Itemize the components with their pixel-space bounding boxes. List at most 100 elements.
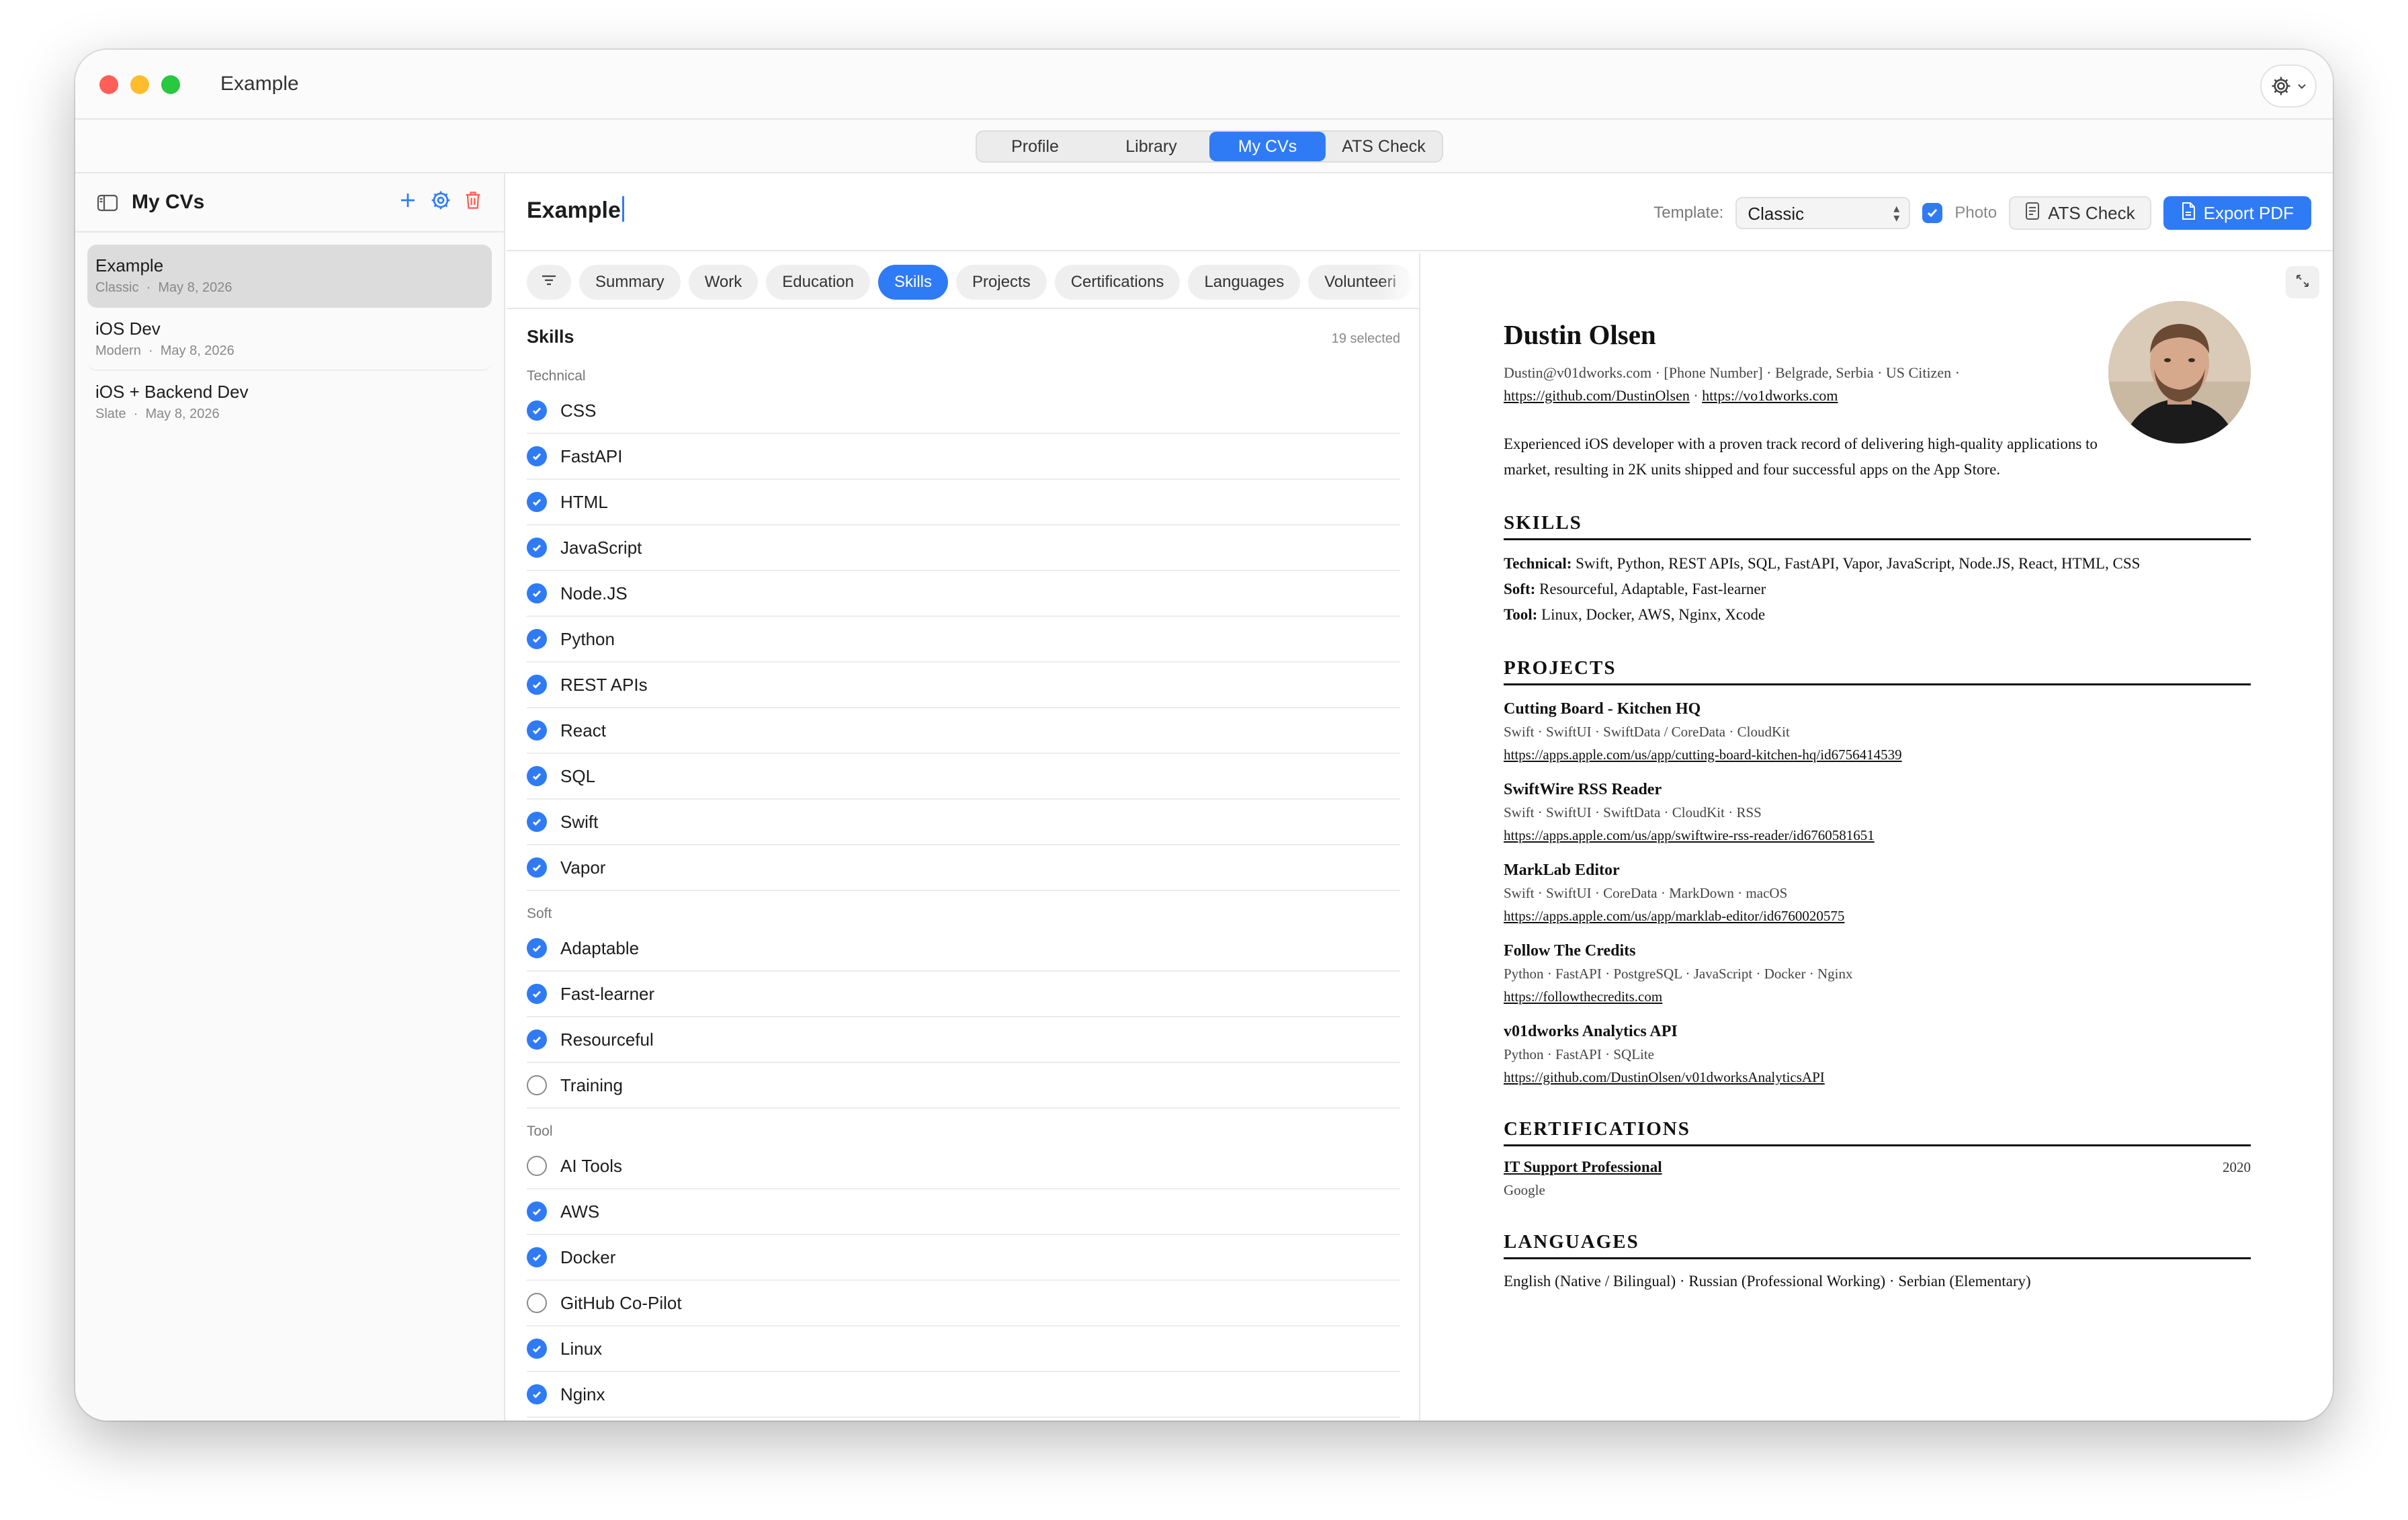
project-name: MarkLab Editor — [1504, 861, 1620, 879]
skill-row[interactable]: Resourceful — [527, 1017, 1400, 1063]
minimize-window-button[interactable] — [130, 75, 149, 94]
gear-icon[interactable] — [430, 189, 452, 214]
skill-row[interactable]: Training — [527, 1063, 1400, 1109]
segment-library[interactable]: Library — [1093, 132, 1209, 161]
skill-row[interactable]: SQL — [527, 754, 1400, 800]
export-pdf-button[interactable]: Export PDF — [2163, 196, 2311, 230]
skills-panel-title: Skills — [527, 327, 574, 347]
ats-check-button[interactable]: ATS Check — [2009, 196, 2151, 230]
project-link[interactable]: https://followthecredits.com — [1504, 985, 2251, 1008]
skill-group-label: Technical — [527, 368, 586, 384]
tab-languages[interactable]: Languages — [1188, 265, 1301, 300]
cv-summary: Experienced iOS developer with a proven … — [1504, 435, 2098, 478]
skill-row[interactable]: Adaptable — [527, 926, 1400, 972]
cv-list-item[interactable]: iOS Dev Modern · May 8, 2026 — [87, 308, 492, 371]
checked-circle-icon[interactable] — [527, 857, 547, 878]
sidebar-header: My CVs — [75, 173, 504, 233]
unchecked-circle-icon[interactable] — [527, 1293, 547, 1313]
project-link[interactable]: https://apps.apple.com/us/app/swiftwire-… — [1504, 824, 2251, 847]
skill-line: Technical: Swift, Python, REST APIs, SQL… — [1504, 555, 2141, 572]
skill-row[interactable]: Nginx — [527, 1372, 1400, 1418]
segment-my-cvs[interactable]: My CVs — [1209, 132, 1326, 161]
cv-list-item[interactable]: iOS + Backend Dev Slate · May 8, 2026 — [87, 371, 492, 434]
skill-row[interactable]: CSS — [527, 388, 1400, 434]
checked-circle-icon[interactable] — [527, 720, 547, 741]
project-name: Cutting Board - Kitchen HQ — [1504, 700, 1701, 718]
section-editor: Summary Work Education Skills Projects C… — [507, 253, 1420, 1421]
checked-circle-icon[interactable] — [527, 812, 547, 832]
cv-list: Example Classic · May 8, 2026 iOS Dev Mo… — [75, 233, 504, 446]
checked-circle-icon[interactable] — [527, 400, 547, 421]
skill-row[interactable]: GitHub Co-Pilot — [527, 1281, 1400, 1326]
settings-menu-button[interactable] — [2260, 65, 2317, 108]
skills-panel-header: Skills 19 selected — [527, 327, 1400, 353]
project-entry: SwiftWire RSS Reader Swift · SwiftUI · S… — [1504, 778, 2251, 847]
skill-row[interactable]: AI Tools — [527, 1144, 1400, 1189]
checked-circle-icon[interactable] — [527, 1247, 547, 1267]
segment-profile[interactable]: Profile — [977, 132, 1093, 161]
sidebar-toggle-icon[interactable] — [97, 194, 118, 216]
photo-checkbox[interactable] — [1922, 203, 1943, 223]
selected-count: 19 selected — [1331, 331, 1400, 346]
checked-circle-icon[interactable] — [527, 538, 547, 558]
checked-circle-icon[interactable] — [527, 984, 547, 1004]
project-link[interactable]: https://github.com/DustinOlsen/v01dworks… — [1504, 1066, 2251, 1089]
checked-circle-icon[interactable] — [527, 938, 547, 958]
skill-row[interactable]: Docker — [527, 1235, 1400, 1281]
skill-row[interactable]: FastAPI — [527, 434, 1400, 480]
checked-circle-icon[interactable] — [527, 1201, 547, 1222]
cv-list-item[interactable]: Example Classic · May 8, 2026 — [87, 245, 492, 308]
window-title: Example — [220, 73, 299, 95]
unchecked-circle-icon[interactable] — [527, 1075, 547, 1095]
checked-circle-icon[interactable] — [527, 675, 547, 695]
projects-section-title: PROJECTS — [1504, 657, 2251, 685]
project-link[interactable]: https://apps.apple.com/us/app/cutting-bo… — [1504, 743, 2251, 766]
expand-preview-button[interactable] — [2286, 266, 2319, 298]
checked-circle-icon[interactable] — [527, 1029, 547, 1050]
trash-icon[interactable] — [464, 190, 482, 214]
project-link[interactable]: https://apps.apple.com/us/app/marklab-ed… — [1504, 904, 2251, 927]
tab-work[interactable]: Work — [688, 265, 759, 300]
skill-row[interactable]: Linux — [527, 1326, 1400, 1372]
skill-row[interactable]: HTML — [527, 480, 1400, 525]
tab-certifications[interactable]: Certifications — [1054, 265, 1180, 300]
project-tech: Swift · SwiftUI · CoreData · MarkDown · … — [1504, 885, 1788, 901]
skill-row[interactable]: AWS — [527, 1189, 1400, 1235]
skill-row[interactable]: JavaScript — [527, 525, 1400, 571]
checked-circle-icon[interactable] — [527, 1384, 547, 1404]
profile-photo — [2108, 301, 2251, 444]
plus-icon[interactable] — [398, 190, 418, 214]
website-link[interactable]: https://vo1dworks.com — [1702, 387, 1838, 404]
checked-circle-icon[interactable] — [527, 766, 547, 786]
cv-title-field[interactable]: Example — [527, 196, 624, 224]
checked-circle-icon[interactable] — [527, 446, 547, 466]
github-link[interactable]: https://github.com/DustinOlsen — [1504, 387, 1690, 404]
tab-education[interactable]: Education — [766, 265, 870, 300]
skill-name: Python — [560, 628, 615, 649]
skill-row[interactable]: React — [527, 708, 1400, 754]
sidebar-actions — [398, 189, 482, 214]
skill-row[interactable]: Fast-learner — [527, 972, 1400, 1017]
skill-row[interactable]: Python — [527, 617, 1400, 663]
tab-skills[interactable]: Skills — [878, 265, 949, 300]
cv-meta: Modern · May 8, 2026 — [95, 343, 234, 358]
tab-projects[interactable]: Projects — [956, 265, 1047, 300]
skill-row[interactable]: REST APIs — [527, 663, 1400, 708]
checked-circle-icon[interactable] — [527, 1339, 547, 1359]
checked-circle-icon[interactable] — [527, 583, 547, 603]
skill-row[interactable]: Vapor — [527, 845, 1400, 891]
close-window-button[interactable] — [99, 75, 118, 94]
filter-button[interactable] — [527, 265, 571, 300]
segment-ats-check[interactable]: ATS Check — [1326, 132, 1442, 161]
template-select[interactable]: Classic ▴ ▾ — [1735, 197, 1911, 229]
skill-name: AWS — [560, 1201, 600, 1222]
cv-skills: Technical: Swift, Python, REST APIs, SQL… — [1504, 551, 2251, 628]
checked-circle-icon[interactable] — [527, 492, 547, 512]
checked-circle-icon[interactable] — [527, 629, 547, 649]
skill-row[interactable]: Node.JS — [527, 571, 1400, 617]
unchecked-circle-icon[interactable] — [527, 1156, 547, 1176]
zoom-window-button[interactable] — [161, 75, 180, 94]
tab-summary[interactable]: Summary — [579, 265, 681, 300]
cv-contact: Dustin@v01dworks.com · [Phone Number] · … — [1504, 364, 1960, 404]
skill-row[interactable]: Swift — [527, 800, 1400, 845]
